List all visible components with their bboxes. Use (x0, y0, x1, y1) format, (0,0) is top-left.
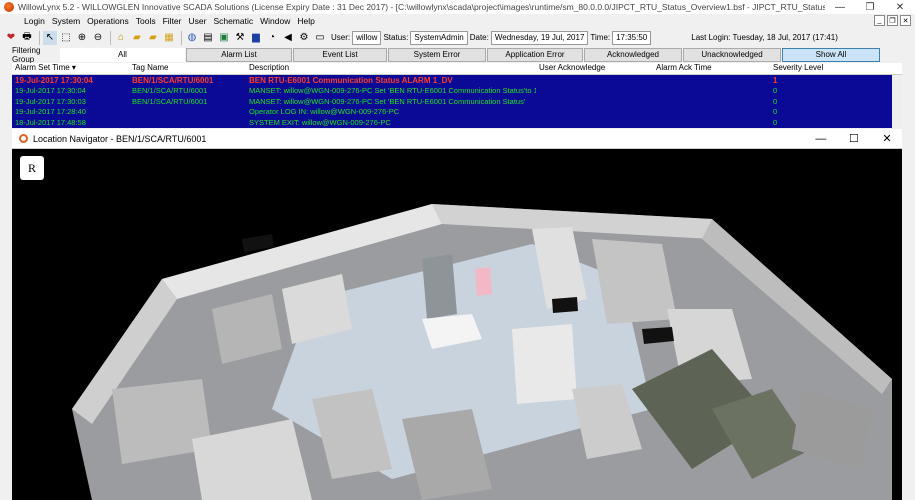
filter-bar: Filtering Group All Alarm List Event Lis… (0, 45, 915, 64)
col-alarm-ack-time[interactable]: Alarm Ack Time (653, 63, 770, 74)
speaker-icon[interactable]: ◀ (281, 31, 295, 45)
equipment-cabinet (422, 254, 457, 319)
alarm-bell-icon[interactable]: ❤ (4, 31, 18, 45)
navigator-title: Location Navigator - BEN/1/SCA/RTU/6001 (33, 133, 207, 144)
table-row[interactable]: 19-Jul-2017 17:28:40 Operator LOG IN: wi… (12, 107, 902, 118)
navigator-app-icon (19, 134, 28, 143)
table-row[interactable]: 19-Jul-2017 17:30:03 BEN/1/SCA/RTU/6001 … (12, 96, 902, 107)
schematic-icon[interactable]: ▦ (162, 31, 176, 45)
user-label: User: (331, 33, 351, 42)
close-button[interactable]: ✕ (885, 0, 915, 14)
filter-application-error-button[interactable]: Application Error (487, 47, 583, 62)
void-opening (642, 327, 674, 344)
void-opening (552, 297, 578, 313)
date-label: Date: (469, 33, 489, 42)
mdi-restore-button[interactable]: ❐ (887, 15, 898, 26)
menu-window[interactable]: Window (260, 16, 290, 26)
sort-down-icon: ▾ (71, 63, 76, 72)
menubar: Login System Operations Tools Filter Use… (0, 14, 915, 28)
col-alarm-set-time[interactable]: Alarm Set Time ▾ (12, 63, 129, 74)
folder-icon[interactable]: ▰ (146, 31, 160, 45)
filter-all-button[interactable]: All (60, 47, 185, 62)
app-logo-icon (4, 2, 14, 12)
navigator-close-button[interactable]: ✕ (872, 132, 902, 145)
table-row[interactable]: 19-Jul-2017 17:30:04 BEN/1/SCA/RTU/6001 … (12, 86, 902, 97)
mdi-minimize-button[interactable]: _ (874, 15, 885, 26)
rotate-reset-button[interactable]: R (20, 156, 44, 180)
table-row[interactable]: 18-Jul-2017 17:48:58 SYSTEM EXIT: willow… (12, 117, 902, 128)
pointer-icon[interactable]: ↖ (43, 30, 57, 45)
menu-filter[interactable]: Filter (163, 16, 182, 26)
filter-unacknowledged-button[interactable]: Unacknowledged (683, 47, 781, 62)
menu-login[interactable]: Login (24, 16, 45, 26)
menu-help[interactable]: Help (297, 16, 314, 26)
filter-event-list-button[interactable]: Event List (293, 47, 387, 62)
folder-open-icon[interactable]: ▰ (130, 31, 144, 45)
zoom-out-icon[interactable]: ⊖ (91, 31, 105, 45)
toolbar: ❤ 🖶 ↖ ⬚ ⊕ ⊖ ⌂ ▰ ▰ ▦ ◍ ▤ ▣ ⚒ ▆ ◔ ◀ ⚙ ▭ Us… (0, 28, 915, 47)
building-3d-view[interactable] (12, 149, 902, 500)
monitor-icon[interactable]: ▆ (249, 31, 263, 45)
print-icon[interactable]: 🖶 (20, 31, 34, 45)
col-user-acknowledge[interactable]: User Acknowledge (536, 63, 653, 74)
tools-icon[interactable]: ⚒ (233, 31, 247, 45)
navigator-minimize-button[interactable]: — (806, 133, 836, 145)
menu-tools[interactable]: Tools (136, 16, 156, 26)
col-severity-level[interactable]: Severity Level (770, 63, 902, 74)
alarm-table-header: Alarm Set Time ▾ Tag Name Description Us… (12, 63, 902, 75)
filter-system-error-button[interactable]: System Error (388, 47, 486, 62)
col-description[interactable]: Description (246, 63, 536, 74)
date-value: Wednesday, 19 Jul, 2017 (490, 30, 589, 45)
table-row[interactable]: 19-Jul-2017 17:30:04 BEN/1/SCA/RTU/6001 … (12, 75, 902, 86)
alarm-table: 19-Jul-2017 17:30:04 BEN/1/SCA/RTU/6001 … (12, 75, 902, 128)
navigator-maximize-button[interactable]: ☐ (839, 132, 869, 145)
maximize-button[interactable]: ❐ (855, 0, 885, 14)
zoom-in-icon[interactable]: ⊕ (75, 31, 89, 45)
app-titlebar: WillowLynx 5.2 - WILLOWGLEN Innovative S… (0, 0, 915, 14)
user-icon[interactable]: ▭ (313, 31, 327, 45)
highlighted-rtu-marker (475, 267, 492, 296)
filter-show-all-button[interactable]: Show All (782, 47, 880, 62)
menu-system[interactable]: System (52, 16, 80, 26)
zoom-area-icon[interactable]: ⬚ (59, 31, 73, 45)
chart-icon[interactable]: ◔ (265, 31, 279, 45)
user-value: willow (352, 30, 382, 45)
home-icon[interactable]: ⌂ (114, 31, 128, 45)
filter-alarm-list-button[interactable]: Alarm List (186, 47, 292, 62)
col-tag-name[interactable]: Tag Name (129, 63, 246, 74)
navigator-titlebar: Location Navigator - BEN/1/SCA/RTU/6001 … (12, 129, 902, 149)
event-list-icon[interactable]: ▤ (201, 31, 215, 45)
alarm-list-icon[interactable]: ▣ (217, 31, 231, 45)
menu-schematic[interactable]: Schematic (213, 16, 253, 26)
menu-operations[interactable]: Operations (87, 16, 129, 26)
minimize-button[interactable]: — (825, 0, 855, 14)
settings-icon[interactable]: ⚙ (297, 31, 311, 45)
time-value: 17:35:50 (612, 30, 652, 45)
location-navigator-window: Location Navigator - BEN/1/SCA/RTU/6001 … (12, 129, 902, 500)
last-login-text: Last Login: Tuesday, 18 Jul, 2017 (17:41… (691, 33, 838, 42)
status-value: SystemAdmin (410, 30, 468, 45)
window-title: WillowLynx 5.2 - WILLOWGLEN Innovative S… (18, 2, 825, 12)
globe-icon[interactable]: ◍ (185, 31, 199, 45)
alarm-table-scrollbar[interactable] (892, 75, 902, 128)
menu-user[interactable]: User (188, 16, 206, 26)
filtering-group-label: Filtering Group (12, 45, 41, 64)
mdi-close-button[interactable]: ✕ (900, 15, 911, 26)
time-label: Time: (590, 33, 611, 42)
filter-acknowledged-button[interactable]: Acknowledged (584, 47, 682, 62)
room-block (512, 324, 577, 404)
status-label: Status: (383, 33, 409, 42)
